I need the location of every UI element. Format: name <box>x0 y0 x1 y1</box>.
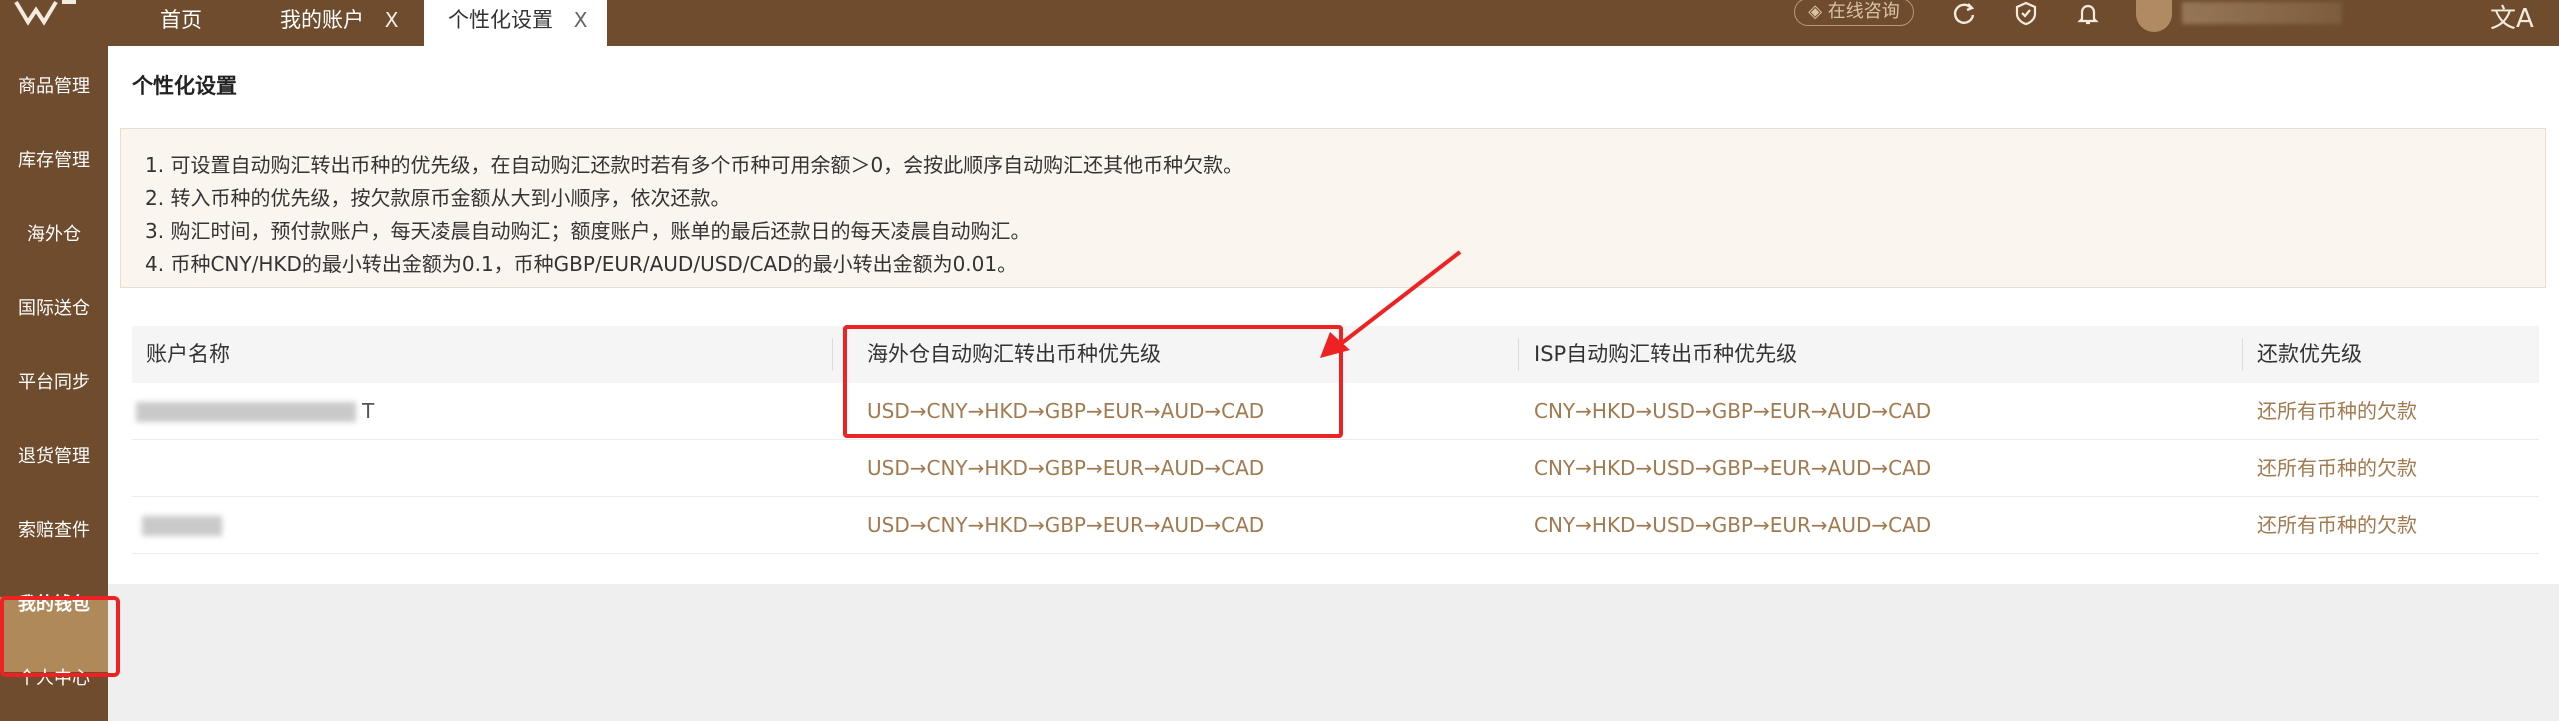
overseas-priority-link[interactable]: USD→CNY→HKD→GBP→EUR→AUD→CAD <box>867 497 1264 554</box>
account-name-blurred <box>136 402 356 422</box>
tab-personal-settings[interactable]: 个性化设置 X <box>424 0 607 46</box>
sidebar-item-claims[interactable]: 索赔查件 <box>0 516 108 542</box>
tab-my-account[interactable]: 我的账户 X <box>270 0 420 46</box>
bell-icon[interactable] <box>2074 0 2102 28</box>
column-divider <box>2242 338 2243 371</box>
repayment-priority-link[interactable]: 还所有币种的欠款 <box>2257 440 2417 497</box>
close-icon[interactable]: X <box>385 8 399 32</box>
isp-priority-link[interactable]: CNY→HKD→USD→GBP→EUR→AUD→CAD <box>1534 497 1931 554</box>
top-bar: 首页 我的账户 X 个性化设置 X ◈ 在线咨询 文A <box>0 0 2559 46</box>
sidebar-item-inventory-management[interactable]: 库存管理 <box>0 146 108 172</box>
avatar[interactable] <box>2136 0 2172 32</box>
isp-priority-link[interactable]: CNY→HKD→USD→GBP→EUR→AUD→CAD <box>1534 440 1931 497</box>
repayment-priority-link[interactable]: 还所有币种的欠款 <box>2257 497 2417 554</box>
tab-personal-settings-label: 个性化设置 <box>448 8 553 32</box>
badge-icon[interactable] <box>2012 0 2040 28</box>
close-icon[interactable]: X <box>574 8 588 32</box>
account-name-suffix: T <box>362 399 375 423</box>
table-row: USD→CNY→HKD→GBP→EUR→AUD→CAD CNY→HKD→USD→… <box>132 497 2539 554</box>
tab-home[interactable]: 首页 <box>150 0 260 46</box>
page-header: 个性化设置 <box>108 46 2559 114</box>
sidebar-item-platform-sync[interactable]: 平台同步 <box>0 368 108 394</box>
overseas-priority-link[interactable]: USD→CNY→HKD→GBP→EUR→AUD→CAD <box>867 440 1264 497</box>
tab-home-label: 首页 <box>160 8 202 32</box>
sidebar-item-returns-management[interactable]: 退货管理 <box>0 442 108 468</box>
brand-logo-icon <box>14 0 76 26</box>
sidebar-item-international-delivery[interactable]: 国际送仓 <box>0 294 108 320</box>
refresh-icon[interactable] <box>1950 0 1978 28</box>
column-header-isp-priority: ISP自动购汇转出币种优先级 <box>1534 342 1798 366</box>
annotation-arrow-icon <box>1320 250 1462 358</box>
sidebar-item-product-management[interactable]: 商品管理 <box>0 72 108 98</box>
isp-priority-link[interactable]: CNY→HKD→USD→GBP→EUR→AUD→CAD <box>1534 383 1931 440</box>
notice-line: 2. 转入币种的优先级，按欠款原币金额从大到小顺序，依次还款。 <box>145 186 731 210</box>
notice-line: 1. 可设置自动购汇转出币种的优先级，在自动购汇还款时若有多个币种可用余额＞0，… <box>145 153 1244 177</box>
sidebar-item-overseas-warehouse[interactable]: 海外仓 <box>0 220 108 246</box>
translate-icon[interactable]: 文A <box>2490 0 2534 35</box>
column-header-account: 账户名称 <box>146 342 230 366</box>
username-blurred[interactable] <box>2182 2 2342 24</box>
repayment-priority-link[interactable]: 还所有币种的欠款 <box>2257 383 2417 440</box>
table-row: USD→CNY→HKD→GBP→EUR→AUD→CAD CNY→HKD→USD→… <box>132 440 2539 497</box>
tab-my-account-label: 我的账户 <box>280 8 364 32</box>
notice-line: 4. 币种CNY/HKD的最小转出金额为0.1，币种GBP/EUR/AUD/US… <box>145 252 1018 276</box>
page-title: 个性化设置 <box>132 74 237 98</box>
column-divider <box>1518 338 1519 371</box>
annotation-highlight-box <box>0 596 120 677</box>
online-consult-button[interactable]: ◈ 在线咨询 <box>1794 0 1914 26</box>
online-consult-label: 在线咨询 <box>1827 1 1900 22</box>
notice-line: 3. 购汇时间，预付款账户，每天凌晨自动购汇；额度账户，账单的最后还款日的每天凌… <box>145 219 1031 243</box>
column-header-repayment-priority: 还款优先级 <box>2257 342 2362 366</box>
chat-icon: ◈ <box>1808 1 1823 22</box>
sidebar: 商品管理 库存管理 海外仓 国际送仓 平台同步 退货管理 索赔查件 我的钱包 个… <box>0 46 120 721</box>
account-name-blurred <box>142 516 222 536</box>
annotation-highlight-box <box>843 325 1343 438</box>
column-divider <box>832 338 833 371</box>
